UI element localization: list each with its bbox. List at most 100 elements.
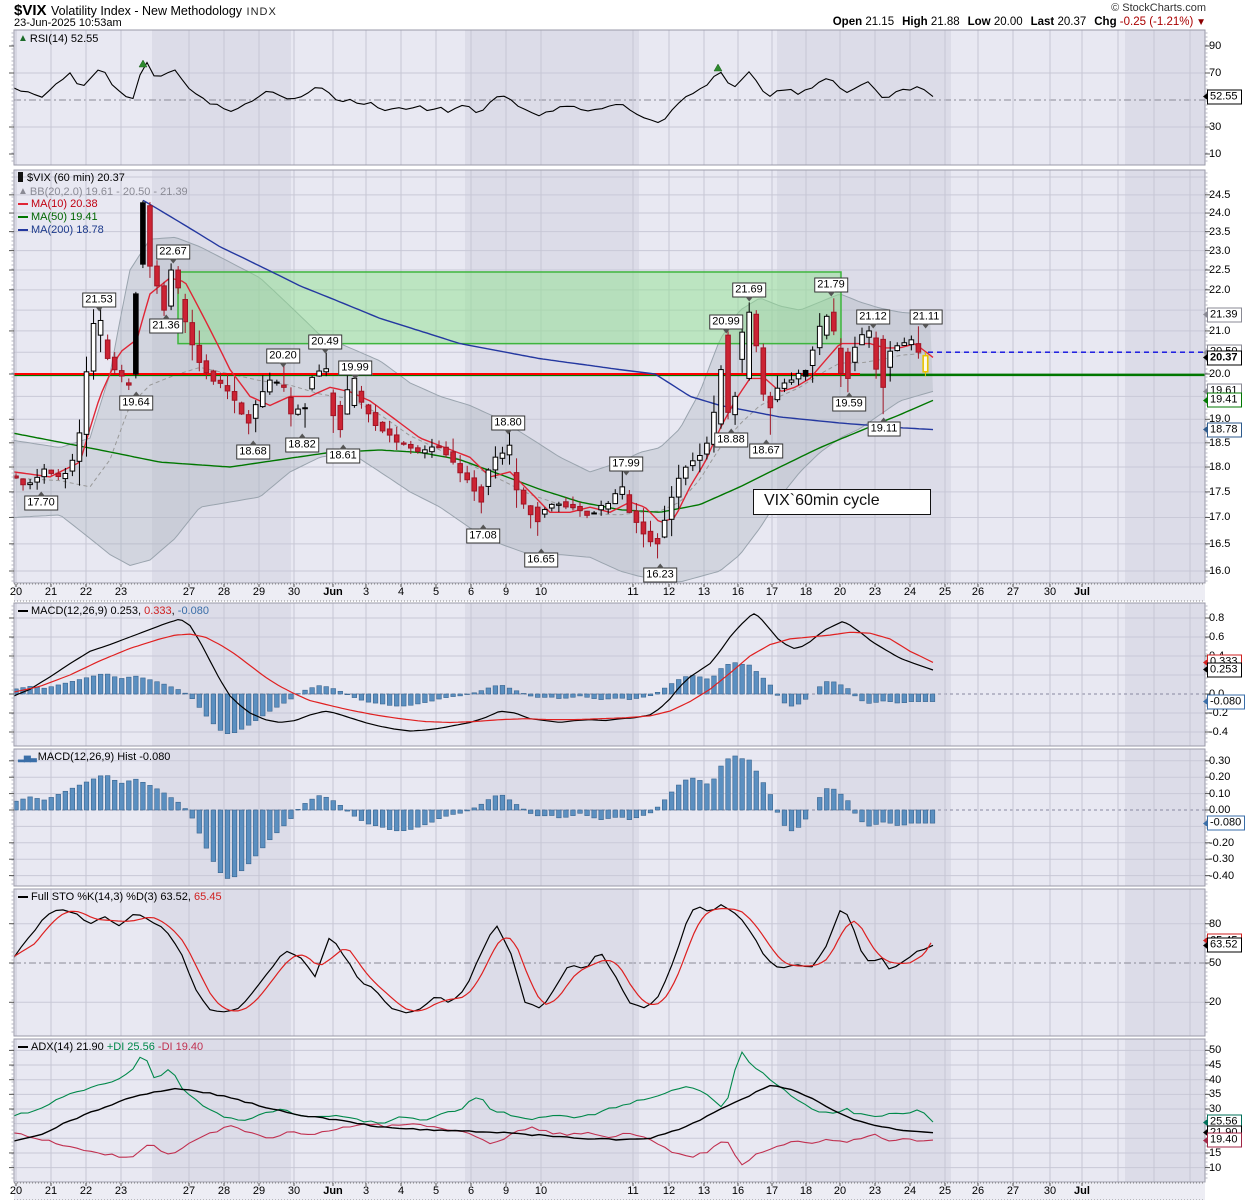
callout-pointer (37, 492, 45, 497)
callout-pointer (249, 441, 257, 446)
date-label: 30 (288, 586, 300, 598)
price-label-callout: 21.11 (910, 310, 943, 325)
callout-pointer (869, 324, 877, 329)
price-label-callout: 16.65 (524, 553, 558, 568)
axis-callout-text: 20.37 (1210, 351, 1238, 363)
legend-text: Full STO %K(14,3) %D(3) 63.52 (31, 891, 188, 903)
y-axis-label: 23.5 (1209, 226, 1230, 238)
axis-value-callout: 20.37 (1207, 350, 1242, 365)
date-label: 10 (535, 586, 547, 598)
callout-pointer (279, 363, 287, 368)
callout-pointer (880, 418, 888, 423)
callout-pointer (827, 292, 835, 297)
date-label: 27 (183, 586, 195, 598)
date-label: 13 (698, 1185, 710, 1197)
y-axis-label: 22.0 (1209, 284, 1230, 296)
legend-price-line0: $VIX (60 min) 20.37 (18, 172, 125, 185)
y-axis-label: 50 (1209, 1044, 1221, 1056)
axis-value-callout: 18.78 (1207, 422, 1242, 437)
legend-text: MA(50) 19.41 (31, 211, 98, 223)
y-axis-label: 23.0 (1209, 245, 1230, 257)
macd-panel (9, 603, 1210, 746)
axis-callout-text: 21.39 (1210, 308, 1238, 320)
date-label: 12 (663, 586, 675, 598)
date-label: Jun (323, 1185, 343, 1197)
y-axis-label: 20.0 (1209, 368, 1230, 380)
date-label: 22 (80, 1185, 92, 1197)
callout-pointer (132, 392, 140, 397)
callout-pointer (351, 375, 359, 380)
legend-price-line4: MA(200) 18.78 (18, 224, 104, 237)
date-label: 12 (663, 1185, 675, 1197)
callout-pointer (745, 297, 753, 302)
date-label: 21 (45, 1185, 57, 1197)
line-swatch-icon (18, 229, 28, 231)
date-label: 11 (627, 586, 638, 598)
legend-text: MACD(12,26,9) 0.253 (31, 605, 138, 617)
y-axis-label: 0.20 (1209, 771, 1230, 783)
legend-text: MACD(12,26,9) Hist -0.080 (38, 751, 171, 763)
legend-text: MA(200) 18.78 (31, 224, 104, 236)
y-axis-label: 30 (1209, 121, 1221, 133)
date-label: 23 (115, 1185, 127, 1197)
callout-pointer (339, 445, 347, 450)
date-label: 11 (627, 1185, 638, 1197)
legend-text: MA(10) 20.38 (31, 198, 98, 210)
y-axis-label: 18.0 (1209, 461, 1230, 473)
y-axis-label: -0.20 (1209, 837, 1234, 849)
y-axis-label: 15 (1209, 1147, 1221, 1159)
date-label: 27 (1007, 1185, 1019, 1197)
chart-plot-area (0, 0, 1250, 1200)
stockcharts-chart: $VIX Volatility Index - New Methodology … (0, 0, 1250, 1200)
user-annotation-textbox[interactable]: VIX`60min cycle (753, 489, 931, 515)
callout-pointer (727, 429, 735, 434)
axis-callout-text: 0.253 (1210, 663, 1238, 675)
axis-value-callout: 52.55 (1207, 89, 1242, 104)
callout-pointer (479, 525, 487, 530)
date-label: 27 (1007, 586, 1019, 598)
date-label: 26 (972, 1185, 984, 1197)
axis-value-callout: -0.080 (1207, 816, 1245, 831)
date-label: 23 (869, 586, 881, 598)
line-swatch-icon (18, 610, 28, 612)
y-axis-label: 40 (1209, 1074, 1221, 1086)
y-axis-label: 16.5 (1209, 538, 1230, 550)
y-axis-label: 20 (1209, 996, 1221, 1008)
date-label: Jun (323, 586, 343, 598)
date-label: 5 (433, 1185, 439, 1197)
date-label: 23 (869, 1185, 881, 1197)
legend-sto-line0: Full STO %K(14,3) %D(3) 63.52, 65.45 (18, 891, 222, 904)
date-label: 4 (398, 1185, 404, 1197)
price-label-callout: 17.08 (466, 529, 500, 544)
y-axis-label: 0.30 (1209, 755, 1230, 767)
date-label: 18 (800, 1185, 812, 1197)
date-label: Jul (1074, 586, 1090, 598)
axis-callout-text: -0.080 (1210, 695, 1241, 707)
date-label: 30 (288, 1185, 300, 1197)
axis-value-callout: 63.52 (1207, 938, 1242, 953)
date-label: 28 (218, 586, 230, 598)
price-label-callout: 19.64 (119, 396, 153, 411)
y-axis-label: 80 (1209, 918, 1221, 930)
date-label: 24 (904, 586, 916, 598)
date-label: 21 (45, 586, 57, 598)
axis-callout-text: 63.52 (1210, 939, 1238, 951)
date-label: 20 (834, 1185, 846, 1197)
legend-text: 65.45 (194, 891, 222, 903)
line-swatch-icon (18, 216, 28, 218)
legend-text: BB(20,2.0) 19.61 - 20.50 - 21.39 (30, 186, 188, 198)
legend-text: ADX(14) 21.90 (31, 1041, 107, 1053)
y-axis-label: 50 (1209, 957, 1221, 969)
legend-rsi-line0: ▲RSI(14) 52.55 (18, 32, 98, 46)
y-axis-label: 21.0 (1209, 325, 1230, 337)
date-label: 25 (939, 1185, 951, 1197)
y-axis-label: -0.4 (1209, 726, 1228, 738)
legend-adx-line0: ADX(14) 21.90 +DI 25.56 -DI 19.40 (18, 1041, 203, 1054)
callout-pointer (95, 307, 103, 312)
y-axis-label: -0.30 (1209, 853, 1234, 865)
adx-panel (9, 1039, 1210, 1182)
price-label-callout: 20.20 (266, 349, 300, 364)
legend-text: RSI(14) 52.55 (30, 33, 98, 45)
legend-macd-line0: MACD(12,26,9) 0.253, 0.333, -0.080 (18, 605, 209, 618)
callout-pointer (762, 440, 770, 445)
